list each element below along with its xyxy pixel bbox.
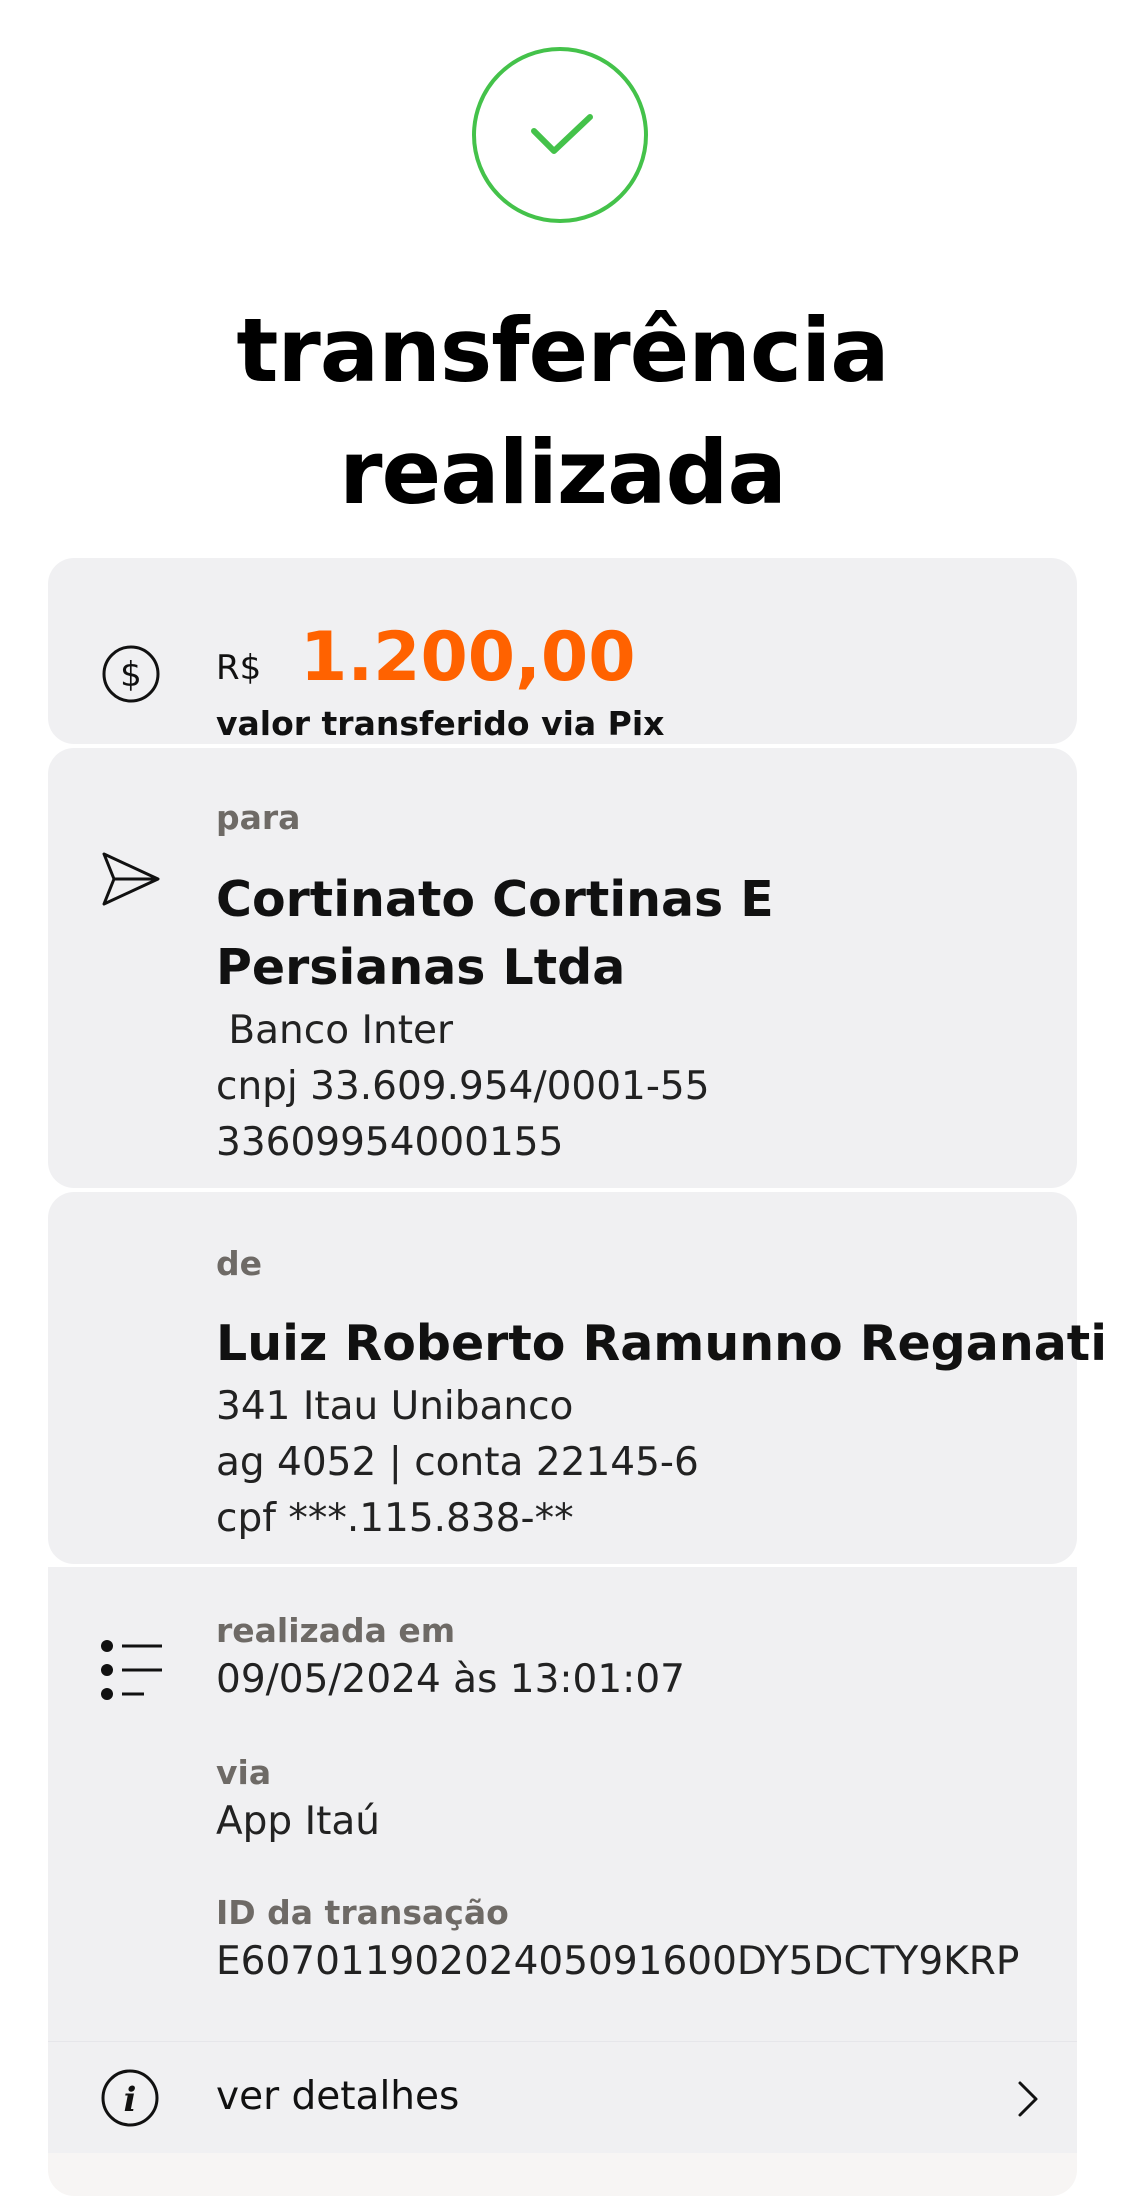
card-bottom-edge <box>48 2153 1077 2196</box>
view-details-button[interactable]: i ver detalhes <box>48 2041 1077 2153</box>
check-circle-icon <box>472 47 648 223</box>
recipient-name-line-1: Cortinato Cortinas E <box>216 871 774 928</box>
sender-bank: 341 Itau Unibanco <box>216 1384 574 1429</box>
info-icon: i <box>101 2069 159 2127</box>
amount-value: 1.200,00 <box>300 618 636 697</box>
recipient-name-line-2: Persianas Ltda <box>216 939 626 996</box>
view-details-label: ver detalhes <box>216 2074 460 2119</box>
recipient-label: para <box>216 798 301 837</box>
amount-caption: valor transferido via Pix <box>216 704 665 743</box>
dollar-circle-icon: $ <box>102 645 160 703</box>
title-line-1: transferência <box>236 299 889 402</box>
sender-label: de <box>216 1244 263 1283</box>
amount-card: $ R$ 1.200,00 valor transferido via Pix <box>48 558 1077 744</box>
recipient-bank: Banco Inter <box>216 1008 454 1053</box>
date-value: 09/05/2024 às 13:01:07 <box>216 1657 685 1702</box>
title-line-2: realizada <box>339 421 787 524</box>
via-value: App Itaú <box>216 1799 380 1844</box>
recipient-key: 33609954000155 <box>216 1120 564 1165</box>
recipient-card: para Cortinato Cortinas E Persianas Ltda… <box>48 748 1077 1188</box>
svg-text:$: $ <box>120 655 142 695</box>
sender-name: Luiz Roberto Ramunno Reganati <box>216 1315 1107 1372</box>
chevron-right-icon <box>1018 2081 1038 2117</box>
list-icon <box>101 1640 162 1700</box>
sender-cpf: cpf ***.115.838-** <box>216 1496 574 1541</box>
transaction-id-label: ID da transação <box>216 1893 509 1932</box>
transaction-info-card: realizada em 09/05/2024 às 13:01:07 via … <box>48 1567 1077 2041</box>
via-label: via <box>216 1753 272 1792</box>
sender-account: ag 4052 | conta 22145-6 <box>216 1440 699 1485</box>
amount-currency: R$ <box>216 648 262 688</box>
svg-text:i: i <box>124 2080 137 2120</box>
send-icon <box>102 852 160 906</box>
transaction-id-value: E60701190202405091600DY5DCTY9KRP <box>216 1939 1020 1984</box>
date-label: realizada em <box>216 1611 456 1650</box>
recipient-cnpj: cnpj 33.609.954/0001-55 <box>216 1064 710 1109</box>
sender-card: de Luiz Roberto Ramunno Reganati 341 Ita… <box>48 1192 1107 1564</box>
page-title: transferência realizada <box>0 290 1125 534</box>
